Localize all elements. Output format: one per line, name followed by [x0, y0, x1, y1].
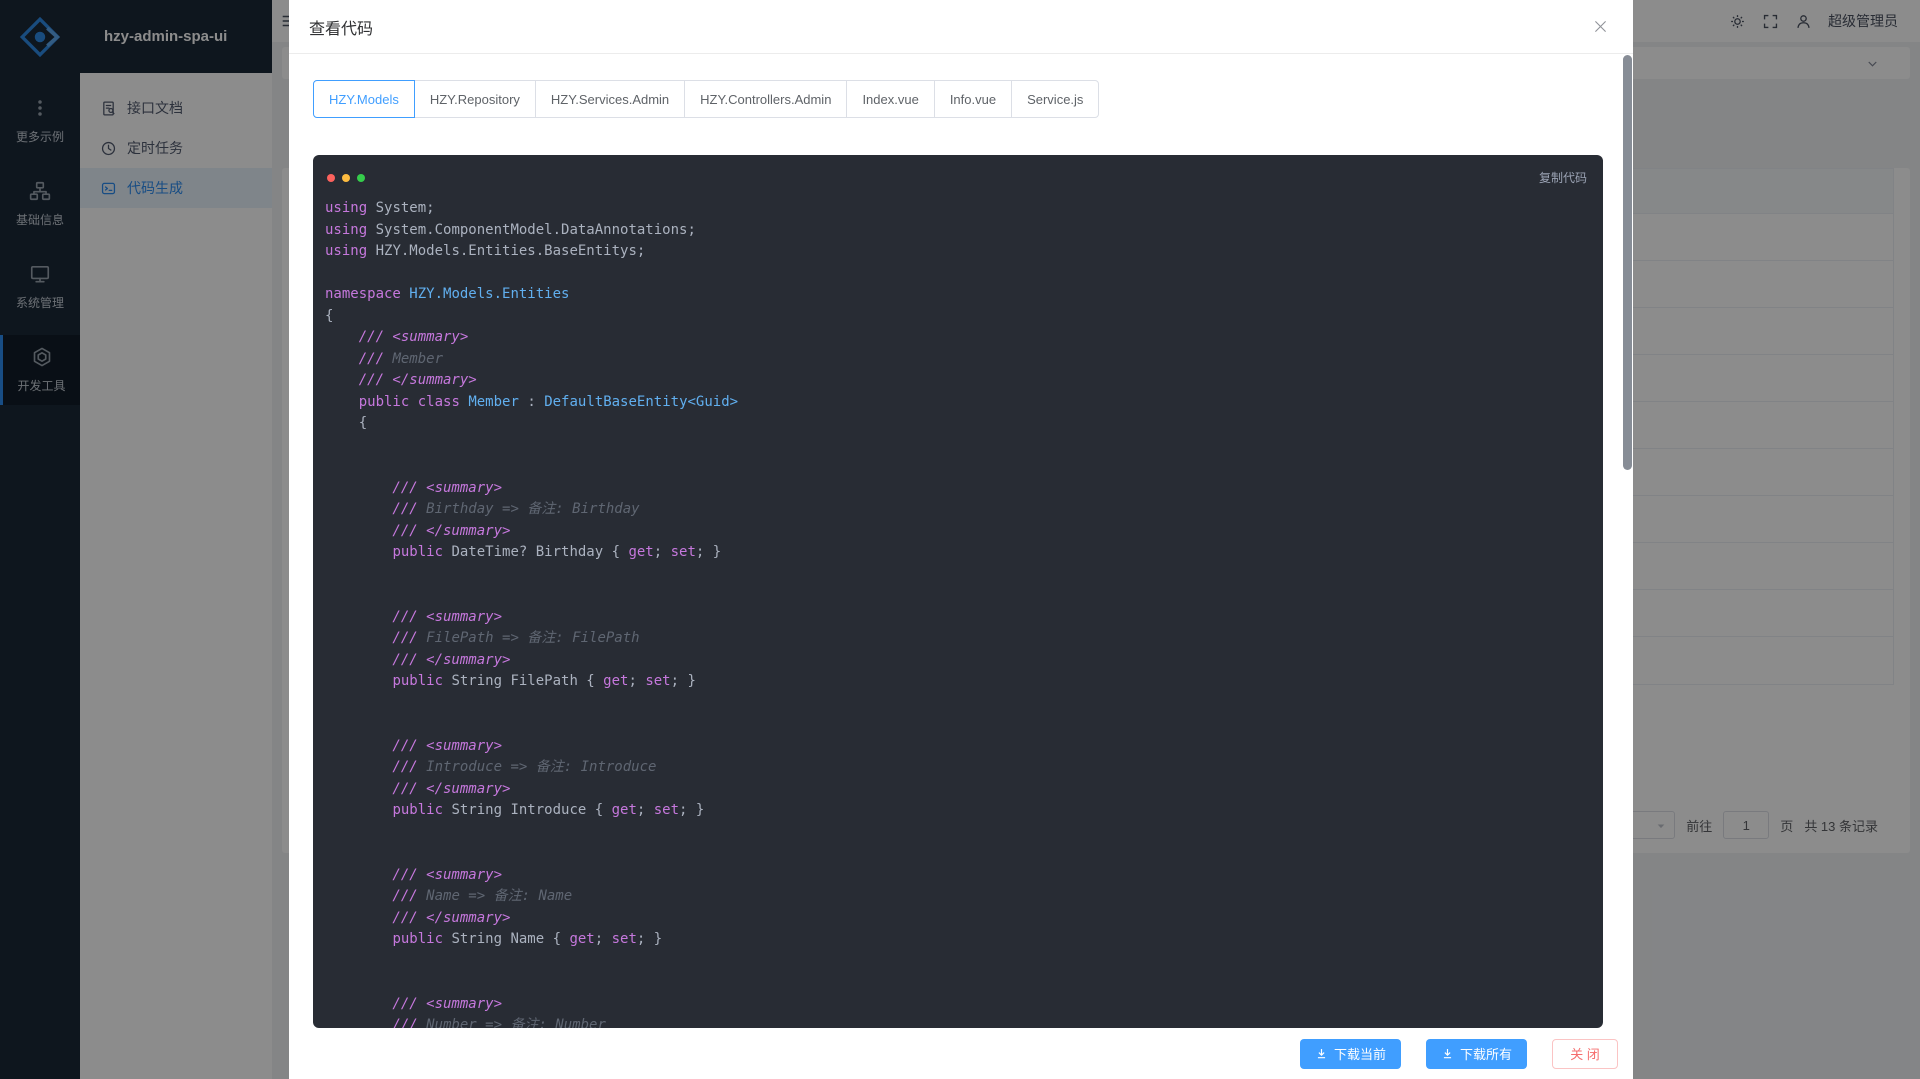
code-line: /// Introduce => 备注: Introduce	[325, 757, 1587, 779]
code-line: /// Name => 备注: Name	[325, 886, 1587, 908]
code-line	[325, 822, 1587, 844]
code-line	[325, 263, 1587, 285]
code-line	[325, 456, 1587, 478]
code-line: using System.ComponentModel.DataAnnotati…	[325, 220, 1587, 242]
modal-body: HZY.ModelsHZY.RepositoryHZY.Services.Adm…	[289, 54, 1633, 1028]
code-line: public String FilePath { get; set; }	[325, 671, 1587, 693]
code-line: /// <summary>	[325, 736, 1587, 758]
tab-Service.js[interactable]: Service.js	[1011, 80, 1099, 118]
code-line: /// <summary>	[325, 994, 1587, 1016]
tab-HZY.Controllers.Admin[interactable]: HZY.Controllers.Admin	[684, 80, 847, 118]
code-line: public class Member : DefaultBaseEntity<…	[325, 392, 1587, 414]
code-line	[325, 585, 1587, 607]
close-icon[interactable]	[1592, 18, 1609, 35]
code-line: /// </summary>	[325, 650, 1587, 672]
code-line: /// <summary>	[325, 865, 1587, 887]
tab-Info.vue[interactable]: Info.vue	[934, 80, 1012, 118]
code-line: /// </summary>	[325, 521, 1587, 543]
code-line: /// FilePath => 备注: FilePath	[325, 628, 1587, 650]
tab-Index.vue[interactable]: Index.vue	[846, 80, 934, 118]
code-line	[325, 693, 1587, 715]
code-line	[325, 972, 1587, 994]
modal-footer: 下载当前 下载所有 关 闭	[289, 1028, 1633, 1079]
traffic-yellow-icon	[342, 174, 350, 182]
tab-HZY.Repository[interactable]: HZY.Repository	[414, 80, 536, 118]
code-line: /// Number => 备注: Number	[325, 1015, 1587, 1028]
download-icon	[1441, 1047, 1454, 1060]
code-line: using HZY.Models.Entities.BaseEntitys;	[325, 241, 1587, 263]
code-line	[325, 951, 1587, 973]
modal-title: 查看代码	[309, 15, 373, 39]
code-line: /// <summary>	[325, 327, 1587, 349]
download-all-button[interactable]: 下载所有	[1426, 1039, 1527, 1069]
code-line: /// </summary>	[325, 779, 1587, 801]
close-button[interactable]: 关 闭	[1552, 1039, 1618, 1069]
modal-header: 查看代码	[289, 0, 1633, 54]
code-block: 复制代码 using System;using System.Component…	[313, 155, 1603, 1028]
traffic-green-icon	[357, 174, 365, 182]
copy-code-button[interactable]: 复制代码	[1539, 169, 1587, 186]
code-line: public DateTime? Birthday { get; set; }	[325, 542, 1587, 564]
download-current-button[interactable]: 下载当前	[1300, 1039, 1401, 1069]
code-line: /// </summary>	[325, 370, 1587, 392]
code-line: /// Member	[325, 349, 1587, 371]
code-line	[325, 435, 1587, 457]
code-line: public String Introduce { get; set; }	[325, 800, 1587, 822]
tab-HZY.Services.Admin[interactable]: HZY.Services.Admin	[535, 80, 685, 118]
download-icon	[1315, 1047, 1328, 1060]
download-current-label: 下载当前	[1334, 1044, 1386, 1063]
code-line: /// Birthday => 备注: Birthday	[325, 499, 1587, 521]
code-line: /// </summary>	[325, 908, 1587, 930]
tab-HZY.Models[interactable]: HZY.Models	[313, 80, 415, 118]
code-line: namespace HZY.Models.Entities	[325, 284, 1587, 306]
code-line: {	[325, 413, 1587, 435]
traffic-red-icon	[327, 174, 335, 182]
view-code-modal: 查看代码 HZY.ModelsHZY.RepositoryHZY.Service…	[289, 0, 1633, 1079]
code-line: /// <summary>	[325, 478, 1587, 500]
code-line	[325, 564, 1587, 586]
download-all-label: 下载所有	[1460, 1044, 1512, 1063]
code-line	[325, 843, 1587, 865]
code-line: /// <summary>	[325, 607, 1587, 629]
code-block-header: 复制代码	[313, 155, 1603, 186]
code-content: using System;using System.ComponentModel…	[313, 198, 1603, 1028]
code-line	[325, 714, 1587, 736]
modal-scrollbar-thumb[interactable]	[1623, 55, 1632, 470]
code-line: {	[325, 306, 1587, 328]
code-tabs: HZY.ModelsHZY.RepositoryHZY.Services.Adm…	[313, 80, 1603, 118]
code-line: using System;	[325, 198, 1587, 220]
code-line: public String Name { get; set; }	[325, 929, 1587, 951]
